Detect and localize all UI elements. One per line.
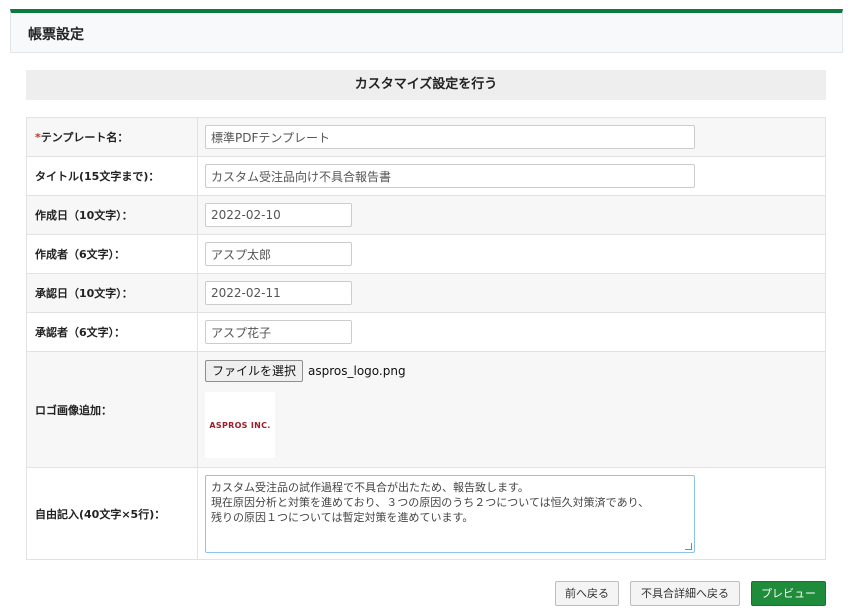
- page-title: 帳票設定: [28, 27, 84, 43]
- form-row-logo: ロゴ画像追加： ファイルを選択 aspros_logo.png ASPROS I…: [26, 351, 826, 468]
- form-row-author: 作成者（6文字）：: [26, 234, 826, 274]
- free-text-label: 自由記入(40文字×5行)：: [26, 467, 198, 560]
- selected-file-name: aspros_logo.png: [308, 364, 406, 378]
- prev-button[interactable]: 前へ戻る: [555, 581, 619, 606]
- back-to-detail-button[interactable]: 不具合詳細へ戻る: [630, 581, 740, 606]
- free-text-line: カスタム受注品の試作過程で不具合が出たため、報告致します。: [211, 480, 529, 494]
- section-title: カスタマイズ設定を行う: [26, 70, 826, 100]
- free-text-textarea[interactable]: カスタム受注品の試作過程で不具合が出たため、報告致します。 現在原因分析と対策を…: [205, 474, 695, 553]
- created-date-label: 作成日（10文字）：: [26, 195, 198, 235]
- form-row-approved-date: 承認日（10文字）：: [26, 273, 826, 313]
- template-name-input[interactable]: [205, 125, 695, 149]
- resize-handle-icon[interactable]: [685, 542, 692, 550]
- author-label: 作成者（6文字）：: [26, 234, 198, 274]
- template-name-label: *テンプレート名：: [26, 117, 198, 157]
- approver-label: 承認者（6文字）：: [26, 312, 198, 352]
- created-date-input[interactable]: [205, 203, 352, 227]
- author-input[interactable]: [205, 242, 352, 266]
- title-label: タイトル(15文字まで)：: [26, 156, 198, 196]
- form-row-title: タイトル(15文字まで)：: [26, 156, 826, 196]
- logo-label: ロゴ画像追加：: [26, 351, 198, 468]
- preview-button[interactable]: プレビュー: [751, 581, 826, 606]
- form-row-template-name: *テンプレート名：: [26, 117, 826, 157]
- page-header: 帳票設定: [10, 9, 843, 53]
- choose-file-button[interactable]: ファイルを選択: [205, 360, 304, 382]
- settings-form: *テンプレート名： タイトル(15文字まで)： 作成日（10文字）： 作成者（6…: [26, 117, 826, 560]
- approved-date-input[interactable]: [205, 281, 352, 305]
- title-input[interactable]: [205, 164, 695, 188]
- form-row-free-text: 自由記入(40文字×5行)： カスタム受注品の試作過程で不具合が出たため、報告致…: [26, 467, 826, 560]
- approver-input[interactable]: [205, 320, 352, 344]
- logo-preview-image: ASPROS INC.: [205, 392, 275, 458]
- form-row-approver: 承認者（6文字）：: [26, 312, 826, 352]
- logo-text: ASPROS INC.: [209, 420, 271, 430]
- approved-date-label: 承認日（10文字）：: [26, 273, 198, 313]
- form-row-created-date: 作成日（10文字）：: [26, 195, 826, 235]
- free-text-line: 残りの原因１つについては暫定対策を進めています。: [211, 510, 474, 524]
- free-text-line: 現在原因分析と対策を進めており、３つの原因のうち２つについては恒久対策済であり、: [211, 495, 650, 509]
